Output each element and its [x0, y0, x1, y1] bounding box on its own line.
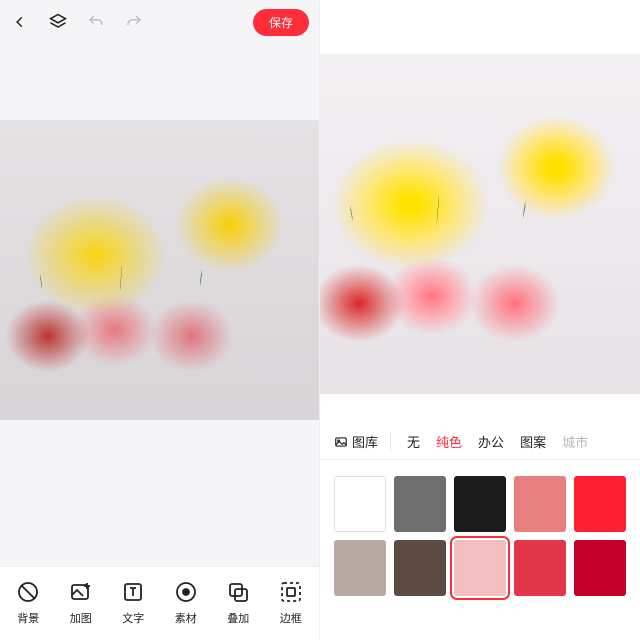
category-none[interactable]: 无: [407, 432, 420, 451]
tool-label: 加图: [70, 610, 92, 626]
color-swatch[interactable]: [574, 540, 626, 596]
color-swatch[interactable]: [454, 476, 506, 532]
redo-icon[interactable]: [124, 12, 144, 32]
tool-label: 边框: [280, 610, 302, 626]
library-label: 图库: [352, 432, 378, 451]
tool-background[interactable]: 背景: [2, 579, 55, 626]
library-icon: [334, 435, 348, 449]
tool-add-image[interactable]: 加图: [55, 579, 108, 626]
preview: [320, 54, 640, 394]
tool-overlay[interactable]: 叠加: [212, 579, 265, 626]
tool-text[interactable]: 文字: [107, 579, 160, 626]
color-swatch[interactable]: [514, 476, 566, 532]
color-swatch[interactable]: [334, 540, 386, 596]
category-solid[interactable]: 纯色: [436, 432, 462, 451]
category-row: 图库 无 纯色 办公 图案 城市: [320, 424, 640, 460]
undo-icon[interactable]: [86, 12, 106, 32]
back-icon[interactable]: [10, 12, 30, 32]
tool-assets[interactable]: 素材: [160, 579, 213, 626]
text-icon: [120, 579, 146, 605]
color-swatch[interactable]: [454, 540, 506, 596]
color-swatch[interactable]: [394, 540, 446, 596]
category-pattern[interactable]: 图案: [520, 432, 546, 451]
frame-icon: [278, 579, 304, 605]
add-image-icon: [68, 579, 94, 605]
canvas[interactable]: [0, 120, 319, 420]
color-swatch[interactable]: [394, 476, 446, 532]
color-swatch[interactable]: [514, 540, 566, 596]
tool-label: 素材: [175, 610, 197, 626]
photo-preview: [320, 54, 640, 394]
open-library[interactable]: 图库: [334, 432, 391, 451]
color-swatch[interactable]: [334, 476, 386, 532]
tool-label: 叠加: [227, 610, 249, 626]
tool-label: 文字: [122, 610, 144, 626]
tool-label: 背景: [17, 610, 39, 626]
layers-icon[interactable]: [48, 12, 68, 32]
background-picker-pane: 图库 无 纯色 办公 图案 城市: [320, 0, 640, 640]
overlay-icon: [225, 579, 251, 605]
save-button[interactable]: 保存: [253, 9, 309, 36]
asset-icon: [173, 579, 199, 605]
editor-pane: 保存 背景 加图 文字 素材: [0, 0, 320, 640]
photo-preview: [0, 120, 319, 420]
background-icon: [15, 579, 41, 605]
top-bar: 保存: [0, 0, 319, 44]
tool-frame[interactable]: 边框: [265, 579, 318, 626]
tool-bar: 背景 加图 文字 素材 叠加: [0, 566, 319, 640]
category-office[interactable]: 办公: [478, 432, 504, 451]
color-swatch[interactable]: [574, 476, 626, 532]
category-city[interactable]: 城市: [562, 432, 588, 451]
swatch-grid: [320, 466, 640, 640]
